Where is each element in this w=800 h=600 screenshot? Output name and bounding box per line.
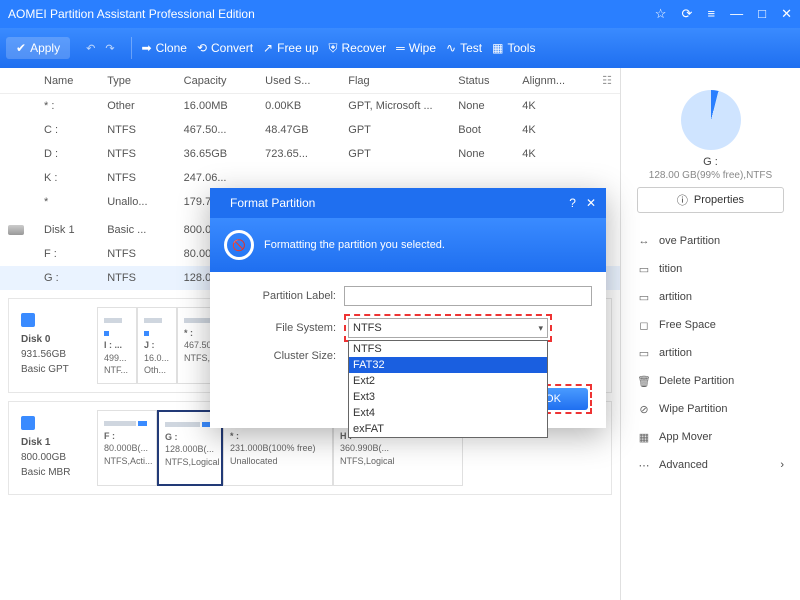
filesystem-option[interactable]: Ext3 bbox=[349, 389, 547, 405]
table-row[interactable]: * :Other16.00MB0.00KBGPT, Microsoft ...N… bbox=[0, 94, 620, 119]
filesystem-option[interactable]: Ext4 bbox=[349, 405, 547, 421]
redo-icon[interactable]: ↷ bbox=[105, 42, 114, 55]
test-button[interactable]: ∿Test bbox=[446, 41, 482, 55]
dialog-banner: 🚫 Formatting the partition you selected. bbox=[210, 218, 606, 272]
table-row[interactable]: K :NTFS247.06... bbox=[0, 166, 620, 190]
freeup-icon: ↗ bbox=[263, 41, 273, 55]
tools-icon: ▦ bbox=[492, 41, 503, 55]
undo-icon[interactable]: ↶ bbox=[86, 42, 95, 55]
table-header-row: NameType CapacityUsed S... FlagStatus Al… bbox=[0, 68, 620, 94]
close-icon[interactable]: ✕ bbox=[781, 6, 792, 21]
properties-button[interactable]: ⓘ Properties bbox=[637, 187, 784, 213]
dialog-close-icon[interactable]: ✕ bbox=[586, 196, 596, 210]
maximize-icon[interactable]: □ bbox=[758, 6, 766, 21]
sidebar-action[interactable]: ▦App Mover bbox=[621, 423, 800, 451]
window-titlebar: AOMEI Partition Assistant Professional E… bbox=[0, 0, 800, 28]
sidebar-action[interactable]: ↔ove Partition bbox=[621, 227, 800, 255]
sidebar-action[interactable]: ▭artition bbox=[621, 339, 800, 367]
apply-button[interactable]: ✔ Apply bbox=[6, 37, 70, 59]
format-partition-dialog: Format Partition ? ✕ 🚫 Formatting the pa… bbox=[210, 188, 606, 428]
filesystem-options[interactable]: NTFSFAT32Ext2Ext3Ext4exFAT bbox=[348, 340, 548, 438]
clone-icon: ➡ bbox=[142, 41, 152, 55]
minimize-icon[interactable]: — bbox=[730, 6, 743, 21]
convert-icon: ⟲ bbox=[197, 41, 207, 55]
advanced-item[interactable]: ⋯Advanced › bbox=[621, 451, 800, 479]
table-row[interactable]: C :NTFS467.50...48.47GBGPTBoot4K bbox=[0, 118, 620, 142]
convert-button[interactable]: ⟲Convert bbox=[197, 41, 253, 55]
filesystem-option[interactable]: Ext2 bbox=[349, 373, 547, 389]
usage-pie bbox=[681, 90, 741, 150]
chevron-right-icon: › bbox=[780, 459, 784, 471]
partition-label-input[interactable] bbox=[344, 286, 592, 306]
filesystem-option[interactable]: exFAT bbox=[349, 421, 547, 437]
help-icon[interactable]: ? bbox=[569, 196, 576, 210]
table-row[interactable]: D :NTFS36.65GB723.65...GPTNone4K bbox=[0, 142, 620, 166]
info-icon: ⓘ bbox=[677, 192, 688, 208]
check-icon: ✔ bbox=[16, 41, 26, 55]
recover-button[interactable]: ⛨Recover bbox=[328, 41, 386, 56]
partition-card[interactable]: F :80.000B(...NTFS,Acti... bbox=[97, 410, 157, 486]
filesystem-dropdown[interactable]: NTFS▾ NTFSFAT32Ext2Ext3Ext4exFAT bbox=[348, 318, 548, 338]
partition-label-label: Partition Label: bbox=[224, 290, 344, 302]
sidebar-action[interactable]: ▭artition bbox=[621, 283, 800, 311]
selected-partition-name: G : bbox=[621, 156, 800, 168]
sidebar-action[interactable]: ⊘Wipe Partition bbox=[621, 395, 800, 423]
star-icon[interactable]: ☆ bbox=[655, 6, 667, 21]
partition-card[interactable]: J :16.0...Oth... bbox=[137, 307, 177, 384]
freeup-button[interactable]: ↗Free up bbox=[263, 41, 318, 55]
tools-button[interactable]: ▦Tools bbox=[492, 41, 535, 55]
dots-icon: ⋯ bbox=[637, 458, 651, 472]
wipe-button[interactable]: ═Wipe bbox=[396, 41, 436, 55]
dialog-titlebar: Format Partition ? ✕ bbox=[210, 188, 606, 218]
sidebar-action[interactable]: ▭tition bbox=[621, 255, 800, 283]
test-icon: ∿ bbox=[446, 41, 456, 55]
cluster-size-label: Cluster Size: bbox=[224, 350, 344, 362]
format-icon: 🚫 bbox=[224, 230, 254, 260]
filesystem-label: File System: bbox=[224, 322, 344, 334]
app-title: AOMEI Partition Assistant Professional E… bbox=[8, 7, 643, 21]
recover-icon: ⛨ bbox=[328, 41, 337, 56]
partition-card[interactable]: I : ...499...NTF... bbox=[97, 307, 137, 384]
sidebar-action[interactable]: ◻Free Space bbox=[621, 311, 800, 339]
chevron-down-icon: ▾ bbox=[538, 323, 543, 334]
sidebar-action[interactable]: 🗑Delete Partition bbox=[621, 367, 800, 395]
menu-icon[interactable]: ≡ bbox=[707, 6, 715, 21]
filesystem-option[interactable]: NTFS bbox=[349, 341, 547, 357]
right-sidebar: G : 128.00 GB(99% free),NTFS ⓘ Propertie… bbox=[620, 68, 800, 600]
refresh-icon[interactable]: ⟳ bbox=[681, 6, 692, 21]
selected-partition-info: 128.00 GB(99% free),NTFS bbox=[621, 170, 800, 181]
main-toolbar: ✔ Apply ↶ ↷ ➡Clone ⟲Convert ↗Free up ⛨Re… bbox=[0, 28, 800, 68]
wipe-icon: ═ bbox=[396, 41, 405, 55]
window-controls: ☆ ⟳ ≡ — □ ✕ bbox=[643, 6, 792, 22]
clone-button[interactable]: ➡Clone bbox=[142, 41, 187, 55]
filesystem-option[interactable]: FAT32 bbox=[349, 357, 547, 373]
